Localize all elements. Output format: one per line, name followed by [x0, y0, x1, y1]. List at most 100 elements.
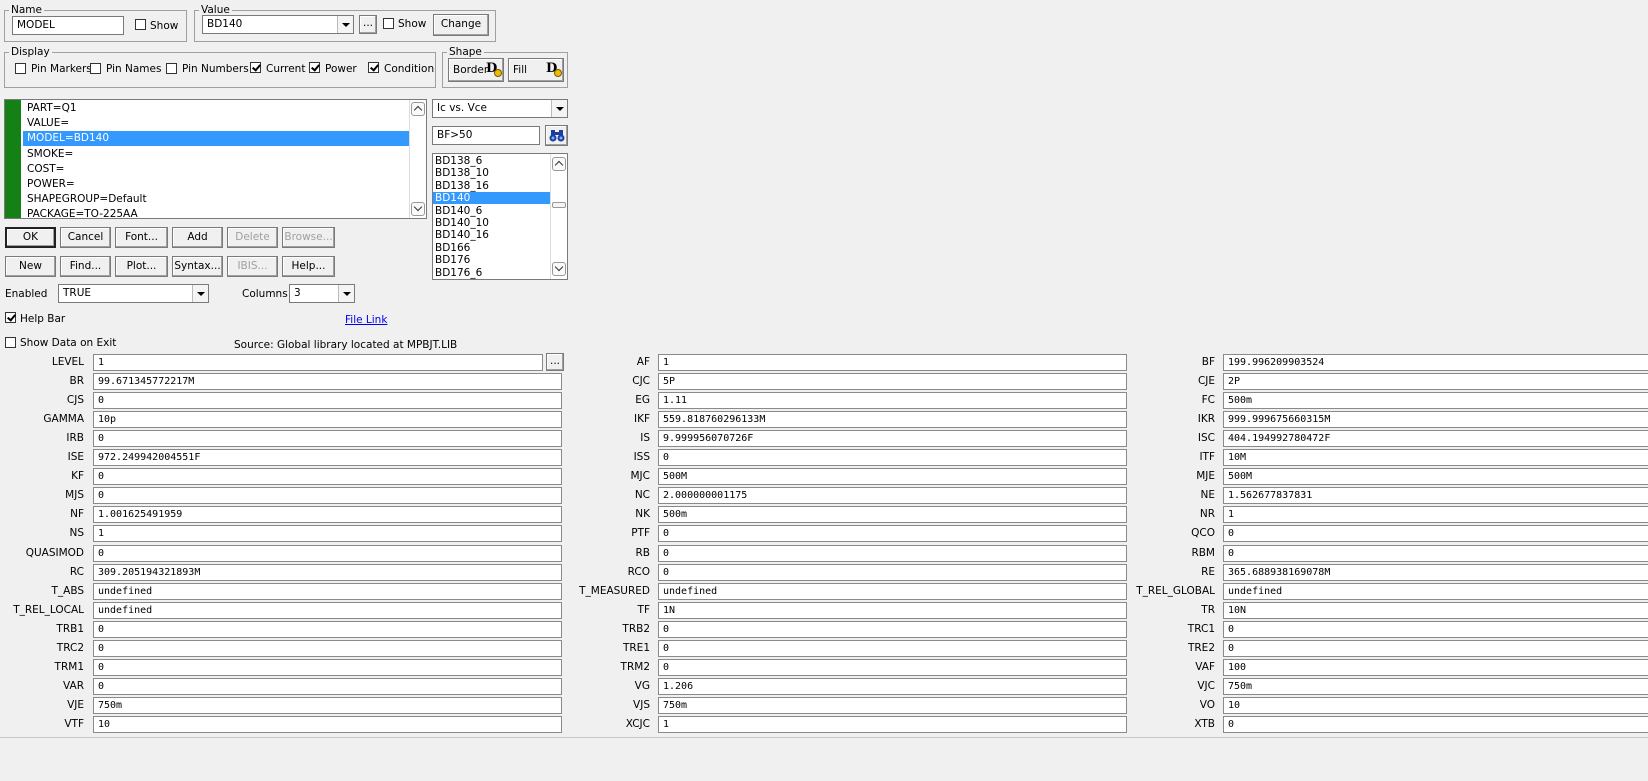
param-value-field[interactable]: 559.818760296133M	[658, 411, 1127, 429]
param-value-field[interactable]: 750m	[93, 696, 562, 714]
param-value-field[interactable]: 500m	[1223, 392, 1648, 410]
param-value-field[interactable]: 0	[93, 639, 562, 657]
param-value-field[interactable]: 500m	[658, 506, 1127, 524]
param-value-field[interactable]: 500M	[658, 468, 1127, 486]
param-value-field[interactable]: 1	[93, 525, 562, 543]
syntax-button[interactable]: Syntax...	[172, 256, 223, 277]
param-value-field[interactable]: 1	[1223, 506, 1648, 524]
value-show-checkbox[interactable]	[383, 18, 394, 29]
name-field[interactable]: MODEL	[12, 16, 124, 35]
param-value-field[interactable]: undefined	[1223, 582, 1648, 600]
level-ellipsis-button[interactable]: ...	[546, 353, 564, 371]
param-value-field[interactable]: 0	[93, 677, 562, 695]
model-list[interactable]: BD138_6 BD138_10 BD138_16 BD140 BD140_6 BD140…	[432, 153, 568, 280]
attribute-item[interactable]: SMOKE=	[23, 147, 413, 162]
attribute-item[interactable]: POWER=	[23, 177, 413, 192]
param-value-field[interactable]: 0	[93, 430, 562, 448]
param-value-field[interactable]: 5P	[658, 373, 1127, 391]
attribute-item[interactable]: PACKAGE=TO-225AA	[23, 207, 413, 218]
param-value-field[interactable]: 10M	[1223, 449, 1648, 467]
param-value-field[interactable]: 1	[658, 354, 1127, 371]
param-value-field[interactable]: 10N	[1223, 601, 1648, 619]
param-value-field[interactable]: 0	[93, 620, 562, 638]
pin-markers-checkbox[interactable]	[15, 63, 26, 74]
model-item[interactable]: BD176	[433, 254, 553, 266]
border-button[interactable]: Border D	[448, 58, 504, 82]
param-value-field[interactable]: undefined	[658, 582, 1127, 600]
find-model-button[interactable]	[545, 125, 568, 146]
columns-combo[interactable]: 3	[289, 284, 355, 303]
param-value-field[interactable]: 500M	[1223, 468, 1648, 486]
param-value-field[interactable]: 0	[93, 658, 562, 676]
param-value-field[interactable]: 0	[93, 468, 562, 486]
chevron-down-icon[interactable]	[551, 100, 567, 117]
file-link[interactable]: File Link	[345, 314, 387, 326]
param-value-field[interactable]: 99.671345772217M	[93, 373, 562, 391]
show-data-checkbox[interactable]	[5, 337, 16, 348]
param-value-field[interactable]: 750m	[1223, 677, 1648, 695]
condition-checkbox[interactable]	[368, 62, 379, 73]
param-value-field[interactable]: 999.999675660315M	[1223, 411, 1648, 429]
param-value-field[interactable]: 1	[658, 715, 1127, 733]
param-value-field[interactable]: 0	[658, 639, 1127, 657]
help-button[interactable]: Help...	[282, 256, 335, 277]
scroll-up-icon[interactable]	[411, 102, 425, 116]
param-value-field[interactable]: 1.001625491959	[93, 506, 562, 524]
model-list-scroll-thumb[interactable]	[552, 202, 566, 208]
param-value-field[interactable]: 9.999956070726F	[658, 430, 1127, 448]
model-list-scrollbar[interactable]	[550, 154, 567, 279]
param-value-field[interactable]: 972.249942004551F	[93, 449, 562, 467]
value-combo[interactable]: BD140	[202, 15, 354, 34]
model-item[interactable]: BD138_6	[433, 155, 553, 167]
help-bar-checkbox[interactable]	[5, 312, 16, 323]
param-value-field[interactable]: 1N	[658, 601, 1127, 619]
param-value-field[interactable]: 199.996209903524	[1223, 354, 1648, 371]
param-value-field[interactable]: 100	[1223, 658, 1648, 676]
attribute-list-scrollbar[interactable]	[409, 100, 426, 218]
new-button[interactable]: New	[5, 256, 56, 277]
param-value-field[interactable]: 0	[1223, 715, 1648, 733]
param-value-field[interactable]: undefined	[93, 601, 562, 619]
param-value-field[interactable]: 0	[658, 563, 1127, 581]
param-value-field[interactable]: 0	[658, 449, 1127, 467]
ok-button[interactable]: OK	[5, 227, 56, 248]
param-value-field[interactable]: 1.562677837831	[1223, 487, 1648, 505]
param-value-field[interactable]: 0	[1223, 525, 1648, 543]
current-checkbox[interactable]	[250, 62, 261, 73]
change-button[interactable]: Change	[433, 14, 489, 36]
pin-names-checkbox[interactable]	[90, 63, 101, 74]
add-button[interactable]: Add	[172, 227, 223, 248]
power-checkbox[interactable]	[309, 62, 320, 73]
param-value-field[interactable]: 0	[658, 658, 1127, 676]
scroll-up-icon[interactable]	[552, 157, 566, 171]
enabled-combo[interactable]: TRUE	[58, 284, 209, 303]
plot-type-combo[interactable]: Ic vs. Vce	[432, 99, 568, 118]
filter-field[interactable]: BF>50	[432, 126, 540, 145]
ibis-button[interactable]: IBIS...	[227, 256, 278, 277]
chevron-down-icon[interactable]	[338, 285, 354, 302]
value-ellipsis-button[interactable]: ...	[359, 15, 377, 34]
chevron-down-icon[interactable]	[337, 16, 353, 33]
param-value-field[interactable]: 10	[93, 715, 562, 733]
model-item[interactable]: BD176_6	[433, 267, 553, 279]
param-value-field[interactable]: 2.000000001175	[658, 487, 1127, 505]
param-value-field[interactable]: 10	[1223, 696, 1648, 714]
model-item[interactable]: BD166	[433, 242, 553, 254]
cancel-button[interactable]: Cancel	[60, 227, 111, 248]
model-item[interactable]: BD138_10	[433, 167, 553, 179]
param-value-field[interactable]: 404.194992780472F	[1223, 430, 1648, 448]
attribute-item[interactable]: PART=Q1	[23, 101, 413, 116]
chevron-down-icon[interactable]	[192, 285, 208, 302]
param-value-field[interactable]: 0	[1223, 639, 1648, 657]
scroll-down-icon[interactable]	[411, 202, 425, 216]
attribute-list[interactable]: PART=Q1 VALUE= MODEL=BD140 SMOKE= COST= POWER…	[4, 99, 427, 219]
delete-button[interactable]: Delete	[227, 227, 278, 248]
param-value-field[interactable]: 309.205194321893M	[93, 563, 562, 581]
param-value-field[interactable]: 0	[93, 544, 562, 562]
param-value-field[interactable]: 1.11	[658, 392, 1127, 410]
param-value-field[interactable]: 0	[1223, 544, 1648, 562]
param-value-field[interactable]: 0	[658, 544, 1127, 562]
param-value-field[interactable]: undefined	[93, 582, 562, 600]
param-value-field[interactable]: 1.206	[658, 677, 1127, 695]
scroll-down-icon[interactable]	[552, 262, 566, 276]
